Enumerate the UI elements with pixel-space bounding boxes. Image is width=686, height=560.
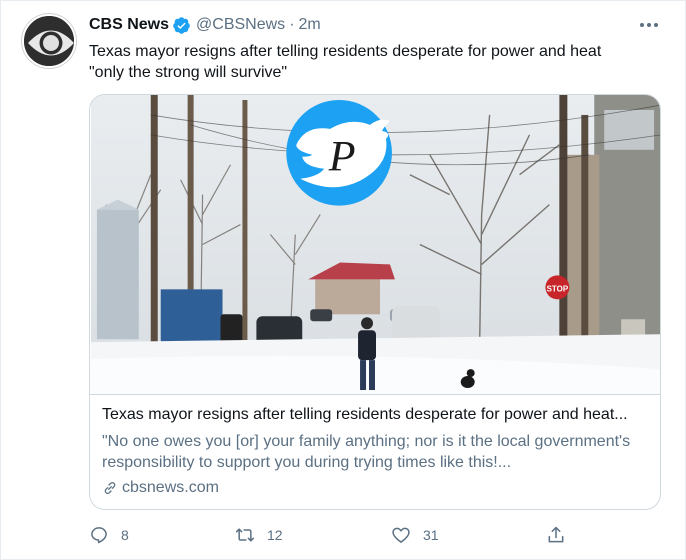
tweet-header: CBS News @CBSNews · 2m <box>89 14 321 36</box>
reply-button[interactable]: 8 <box>89 521 129 549</box>
card-title: Texas mayor resigns after telling reside… <box>102 406 628 423</box>
tweet-text: Texas mayor resigns after telling reside… <box>89 41 649 83</box>
cbs-eye-logo <box>24 16 74 66</box>
tweet-actions: 8 12 31 <box>89 521 579 549</box>
retweet-count: 12 <box>267 527 283 543</box>
link-preview-card[interactable]: STOP P Texas mayor resigns after telling… <box>89 94 661 510</box>
retweet-button[interactable]: 12 <box>235 521 283 549</box>
like-icon <box>392 527 410 543</box>
link-icon <box>104 482 116 494</box>
card-image: STOP P <box>90 95 660 395</box>
separator-dot: · <box>289 16 295 33</box>
share-button[interactable] <box>546 521 566 549</box>
avatar[interactable] <box>22 14 76 68</box>
tweet-text-line: "only the strong will survive" <box>89 64 288 81</box>
verified-badge-icon <box>173 16 190 34</box>
share-icon <box>548 526 564 543</box>
card-body: Texas mayor resigns after telling reside… <box>102 405 650 498</box>
stop-sign-text: STOP <box>547 284 569 293</box>
card-domain-text: cbsnews.com <box>122 479 219 496</box>
like-count: 31 <box>423 527 439 543</box>
more-options-button[interactable] <box>637 13 661 37</box>
tweet-text-line: Texas mayor resigns after telling reside… <box>89 43 602 60</box>
reply-count: 8 <box>121 527 129 543</box>
card-domain: cbsnews.com <box>102 478 650 498</box>
tweet-card[interactable]: CBS News @CBSNews · 2m Texas mayor resig… <box>0 0 686 560</box>
author-name[interactable]: CBS News <box>89 16 169 34</box>
timestamp[interactable]: 2m <box>299 16 321 34</box>
reply-icon <box>91 527 107 544</box>
card-description: "No one owes you [or] your family anythi… <box>102 433 631 471</box>
like-button[interactable]: 31 <box>391 521 439 549</box>
author-handle[interactable]: @CBSNews <box>196 16 285 34</box>
more-icon <box>640 23 658 27</box>
watermark-letter: P <box>328 133 356 181</box>
retweet-icon <box>235 528 255 542</box>
